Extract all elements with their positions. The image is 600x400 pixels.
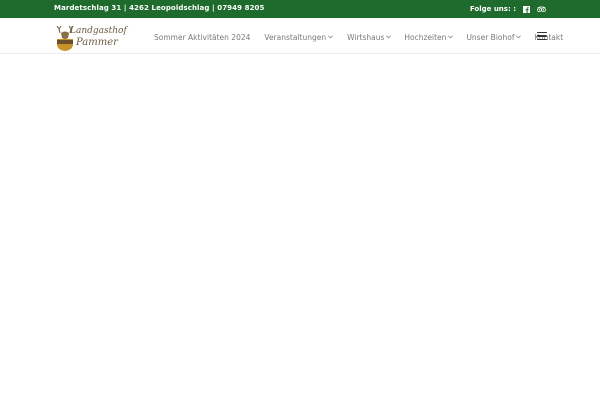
menu-item-wirtshaus[interactable]: Wirtshaus <box>347 32 392 42</box>
chevron-down-icon <box>386 35 392 39</box>
follow-label: Folge uns: : <box>469 5 516 13</box>
site-logo[interactable]: Landgasthof Pammer <box>54 26 127 54</box>
chevron-down-icon <box>448 35 454 39</box>
menu-item-sommer-aktivitaeten[interactable]: Sommer Aktivitäten 2024 <box>154 33 250 42</box>
chevron-down-icon <box>516 35 522 39</box>
chevron-down-icon <box>328 35 333 39</box>
menu-item-hochzeiten[interactable]: Hochzeiten <box>404 32 454 42</box>
contact-address: Mardetschlag 31 | 4262 Leopoldschlag | 0… <box>54 4 265 12</box>
hamburger-icon[interactable] <box>537 32 547 40</box>
menu-item-label: Sommer Aktivitäten 2024 <box>154 32 251 42</box>
primary-menu: Sommer Aktivitäten 2024 Veranstaltungen … <box>154 30 563 44</box>
menu-item-label: Wirtshaus <box>347 32 385 42</box>
facebook-icon[interactable] <box>522 5 531 14</box>
menu-item-veranstaltungen[interactable]: Veranstaltungen <box>264 33 333 42</box>
social-links: Folge uns: : <box>470 3 546 15</box>
logo-text-line2: Pammer <box>76 37 118 48</box>
tripadvisor-icon[interactable] <box>537 5 546 14</box>
logo-text-line1: Landgasthof <box>70 26 127 36</box>
menu-item-label: Hochzeiten <box>404 32 447 42</box>
menu-item-label: Veranstaltungen <box>264 32 327 42</box>
menu-item-label: Unser Biohof <box>466 32 515 42</box>
main-navigation: Landgasthof Pammer Sommer Aktivitäten 20… <box>0 18 600 54</box>
menu-item-unser-biohof[interactable]: Unser Biohof <box>466 32 522 42</box>
top-bar: Mardetschlag 31 | 4262 Leopoldschlag | 0… <box>0 0 600 18</box>
